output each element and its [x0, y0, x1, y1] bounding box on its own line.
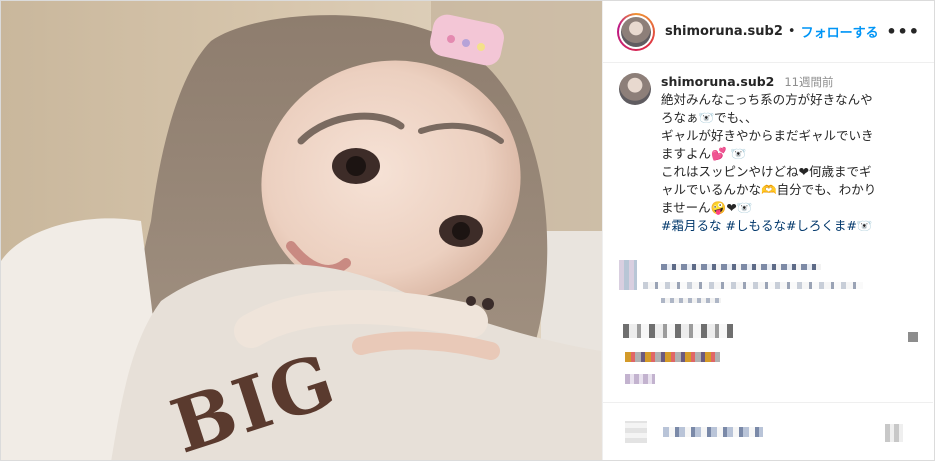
caption-username[interactable]: shimoruna.sub2 — [661, 74, 774, 89]
caption-timestamp[interactable]: 11週間前 — [784, 75, 833, 89]
blurred-text — [625, 352, 720, 362]
post-photo[interactable]: BIG — [1, 1, 602, 460]
hashtag-link[interactable]: #🐻‍❄️ — [846, 218, 872, 233]
hashtag-link[interactable]: #霜月るな — [661, 218, 721, 233]
post-header: shimoruna.sub2 • フォローする ••• — [603, 1, 934, 63]
blurred-text — [625, 421, 647, 443]
caption-line: 絶対みんなこっち系の方が好きなんや — [661, 92, 873, 107]
caption-hashtags: #霜月るな #しもるな#しろくま#🐻‍❄️ — [661, 217, 913, 235]
blurred-text — [661, 298, 721, 303]
caption-line: ャルでいるんかな🫶自分でも、わかり — [661, 182, 877, 197]
blurred-icon — [908, 332, 918, 342]
blurred-icon — [885, 424, 903, 442]
post-dialog: BIG shimoruna.sub2 • フォローする ••• shimorun… — [0, 0, 935, 461]
caption-line: ろなぁ🐻‍❄️でも、、 — [661, 110, 758, 125]
caption-avatar[interactable] — [619, 73, 651, 105]
blurred-text — [623, 324, 733, 338]
header-separator: • — [787, 24, 796, 39]
blurred-avatar — [619, 260, 637, 290]
header-username[interactable]: shimoruna.sub2 — [665, 24, 783, 39]
blurred-comments — [603, 244, 933, 462]
blurred-divider — [603, 402, 933, 403]
avatar-image — [621, 16, 651, 47]
caption-line: ますよん💕 🐻‍❄️ — [661, 146, 747, 161]
caption-line: ませーん🤪❤🐻‍❄️ — [661, 200, 753, 215]
caption-block: shimoruna.sub2 11週間前 絶対みんなこっち系の方が好きなんや ろ… — [603, 63, 934, 235]
follow-button[interactable]: フォローする — [801, 22, 879, 41]
more-options-icon[interactable]: ••• — [886, 22, 920, 41]
blurred-text — [625, 374, 655, 384]
hashtag-link[interactable]: #しろくま — [786, 218, 846, 233]
blurred-text — [663, 427, 763, 437]
caption-line: これはスッピンやけどね❤何歳までギ — [661, 164, 872, 179]
hashtag-link[interactable]: #しもるな — [725, 218, 785, 233]
blurred-text — [643, 282, 863, 289]
caption-body: shimoruna.sub2 11週間前 絶対みんなこっち系の方が好きなんや ろ… — [661, 73, 913, 235]
post-side-panel: shimoruna.sub2 • フォローする ••• shimoruna.su… — [602, 1, 934, 460]
caption-line: ギャルが好きやからまだギャルでいき — [661, 128, 874, 143]
avatar-inner — [619, 14, 653, 49]
blurred-text — [661, 264, 821, 270]
profile-avatar[interactable] — [617, 12, 655, 51]
